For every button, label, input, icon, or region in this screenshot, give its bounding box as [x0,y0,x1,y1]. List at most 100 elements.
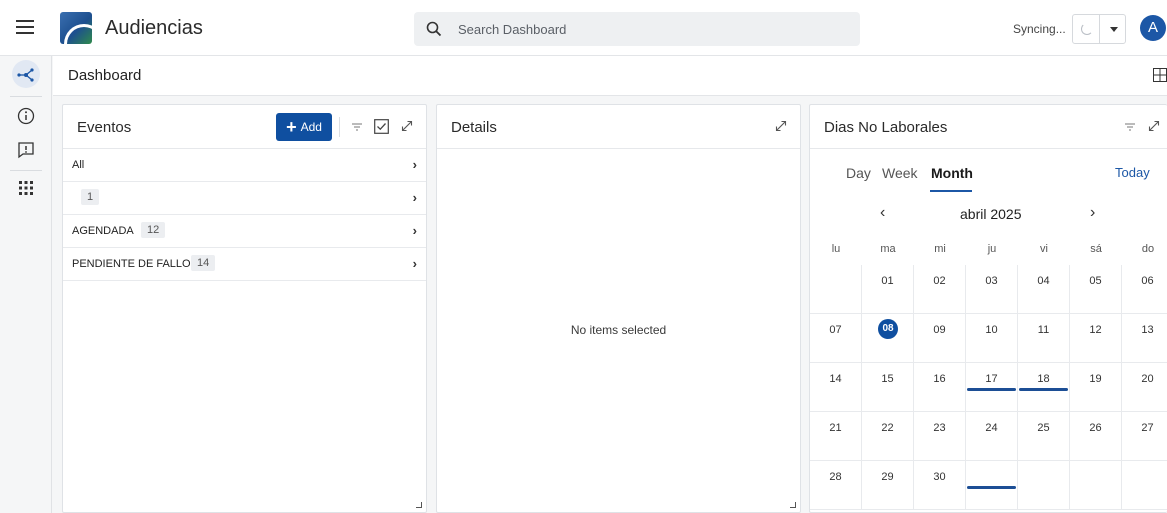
day-number: 21 [829,422,842,434]
calendar-day-cell[interactable]: 17 [966,363,1018,412]
tab-day[interactable]: Day [846,165,871,181]
calendar-day-cell[interactable]: 25 [1018,412,1070,461]
event-bar[interactable] [967,486,1016,489]
list-item-all[interactable]: All › [63,149,426,182]
filter-icon[interactable] [1125,122,1135,132]
calendar-day-cell[interactable]: 23 [914,412,966,461]
day-number: 16 [933,373,946,385]
filter-icon[interactable] [352,122,362,132]
day-number: 08 [878,319,898,339]
add-button[interactable]: + Add [276,113,332,141]
calendar-day-cell[interactable]: 30 [914,461,966,510]
chevron-left-icon[interactable]: ‹ [880,204,885,222]
weekday-label: ma [880,243,896,255]
event-bar[interactable] [967,388,1016,391]
calendar-day-cell[interactable]: 18 [1018,363,1070,412]
list-item-label: All [72,159,85,171]
chevron-down-icon[interactable] [1110,27,1118,32]
weekday-label: do [1141,243,1155,255]
day-number: 18 [1037,373,1050,385]
list-item-unlabeled[interactable]: 1 › [63,182,426,215]
resize-handle[interactable] [416,502,422,508]
calendar-day-cell[interactable]: 16 [914,363,966,412]
header-divider [339,117,340,137]
calendar-day-cell[interactable]: 11 [1018,314,1070,363]
today-button[interactable]: Today [1115,165,1150,180]
calendar-day-cell[interactable]: 15 [862,363,914,412]
search-bar[interactable] [414,12,860,46]
calendar-day-cell[interactable]: 14 [810,363,862,412]
chevron-right-icon: › [412,190,417,205]
calendar-day-cell[interactable]: 22 [862,412,914,461]
nav-dashboard-network-icon[interactable] [12,60,40,88]
day-number: 01 [881,275,894,287]
day-number: 10 [985,324,998,336]
calendar-day-cell[interactable]: 10 [966,314,1018,363]
empty-state-text: No items selected [570,323,667,337]
search-input[interactable] [458,12,848,46]
chevron-right-icon[interactable]: › [1090,204,1095,222]
network-icon [17,68,34,82]
day-number: 12 [1089,324,1102,336]
event-bar[interactable] [1019,388,1068,391]
eventos-panel: Eventos + Add All › 1 › AGENDADA 12 › PEN… [62,104,427,513]
eventos-panel-header: Eventos + Add [63,105,426,149]
day-number: 25 [1037,422,1050,434]
active-tab-indicator [930,190,972,192]
calendar-empty-cell [966,461,1018,510]
calendar-day-cell[interactable]: 08 [862,314,914,363]
day-number: 15 [881,373,894,385]
calendar-day-cell[interactable]: 21 [810,412,862,461]
sync-spinner-icon[interactable] [1073,15,1100,43]
calendar-day-cell[interactable]: 19 [1070,363,1122,412]
calendar-day-cell[interactable]: 03 [966,265,1018,314]
calendar-day-cell[interactable]: 20 [1122,363,1167,412]
day-number: 30 [933,471,946,483]
calendar-day-cell[interactable]: 12 [1070,314,1122,363]
calendar-day-cell[interactable]: 02 [914,265,966,314]
calendar-day-cell[interactable]: 29 [862,461,914,510]
expand-icon[interactable] [401,120,413,132]
layout-grid-icon[interactable] [1153,68,1167,82]
calendar-day-cell[interactable]: 24 [966,412,1018,461]
calendar-day-cell[interactable]: 01 [862,265,914,314]
calendar-day-cell[interactable]: 04 [1018,265,1070,314]
dias-no-laborales-panel: Dias No Laborales Day Week Month Today ‹… [809,104,1167,513]
list-item-agendada[interactable]: AGENDADA 12 › [63,215,426,248]
count-badge: 1 [81,189,100,205]
info-icon[interactable] [12,102,40,130]
month-label: abril 2025 [960,206,1022,222]
sync-split-button[interactable] [1072,14,1126,44]
app-title: Audiencias [105,17,203,39]
day-number: 24 [985,422,998,434]
day-number: 07 [829,324,842,336]
checkbox-select-icon[interactable] [374,119,389,134]
resize-handle[interactable] [790,502,796,508]
calendar-day-cell[interactable]: 09 [914,314,966,363]
day-number: 04 [1037,275,1050,287]
feedback-icon[interactable] [12,136,40,164]
calendar-day-cell[interactable]: 27 [1122,412,1167,461]
hamburger-menu-icon[interactable] [16,20,34,34]
day-number: 22 [881,422,894,434]
expand-icon[interactable] [1148,120,1160,132]
day-number: 20 [1141,373,1154,385]
tab-month[interactable]: Month [931,165,973,181]
calendar-day-cell[interactable]: 26 [1070,412,1122,461]
chevron-right-icon: › [412,256,417,271]
weekday-label: ju [987,243,997,255]
tab-week[interactable]: Week [882,165,918,181]
list-item-pendiente-de-fallo[interactable]: PENDIENTE DE FALLO 14 › [63,248,426,281]
expand-icon[interactable] [775,120,787,132]
calendar-panel-header: Dias No Laborales [810,105,1167,149]
dashboard-header: Dashboard [53,56,1167,96]
apps-grid-icon[interactable] [12,174,40,202]
calendar-day-cell[interactable]: 06 [1122,265,1167,314]
calendar-day-cell[interactable]: 07 [810,314,862,363]
calendar-day-cell[interactable]: 28 [810,461,862,510]
plus-icon: + [286,116,297,137]
nav-divider [10,170,42,171]
calendar-day-cell[interactable]: 13 [1122,314,1167,363]
calendar-day-cell[interactable]: 05 [1070,265,1122,314]
user-avatar[interactable]: A [1140,15,1166,41]
